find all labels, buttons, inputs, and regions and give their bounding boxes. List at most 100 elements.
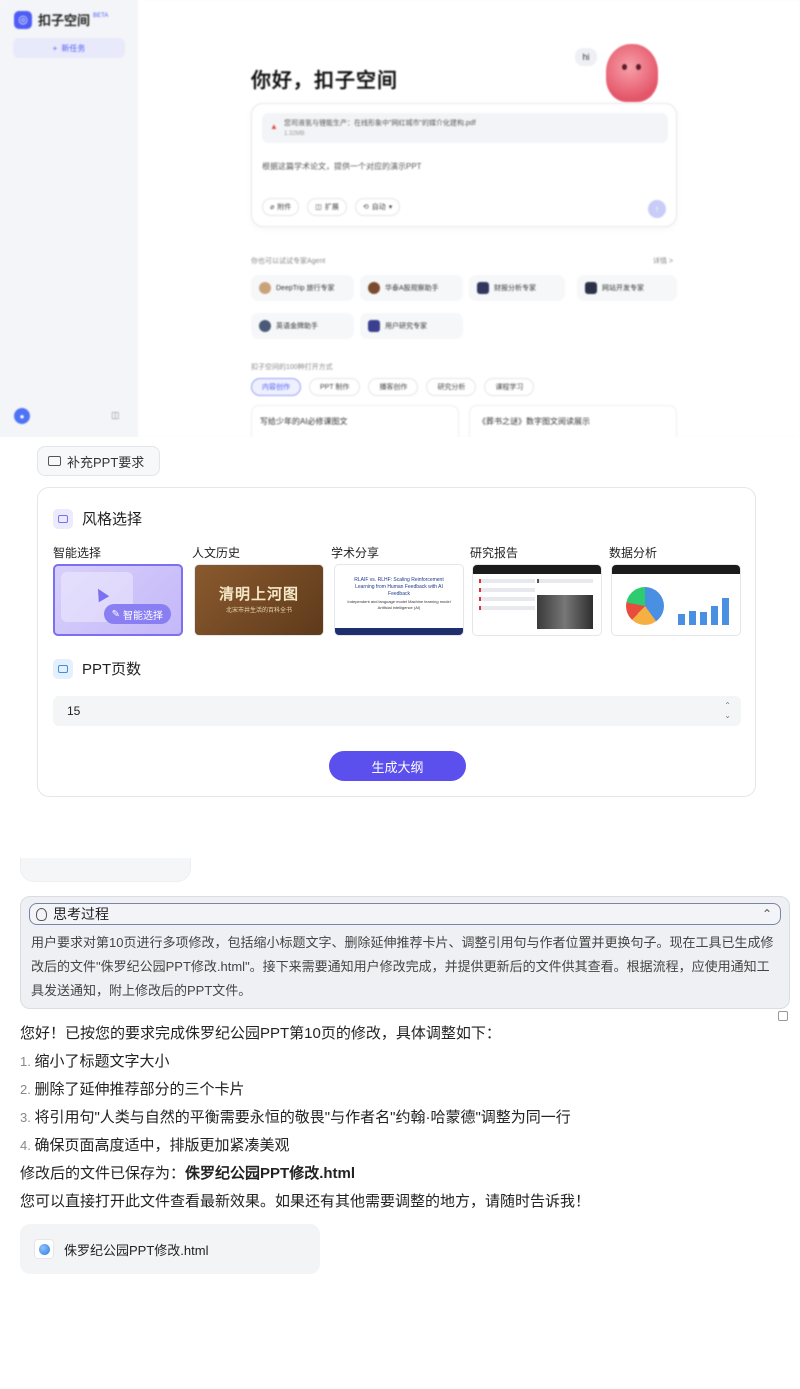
greeting-title: 你好，扣子空间 [251,70,398,92]
agent-card[interactable]: 英语金牌助手 [251,313,354,339]
list-item: 2. 删除了延伸推荐部分的三个卡片 [20,1081,245,1098]
input-toolbar: ⌀ 附件 ◫ 扩展 ⟲ 自动 ▾ [262,198,401,216]
paperclip-icon: ⌀ [270,204,275,211]
list-item: 4. 确保页面高度适中，排版更加紧凑美观 [20,1137,290,1154]
tab-research[interactable]: 研究分析 [426,378,477,396]
tab-podcast[interactable]: 播客创作 [368,378,419,396]
auto-mode-dropdown[interactable]: ⟲ 自动 ▾ [354,198,401,216]
report-thumb-list [479,579,535,631]
auto-label: 自动 [371,204,386,211]
file-card-name: 侏罗纪公园PPT修改.html [64,1242,209,1258]
report-thumb-caption [537,579,593,591]
lightbulb-icon [36,907,47,921]
brand-mark-icon: ◎ [14,10,32,29]
ppt-pages-icon [53,658,73,679]
attached-file-name: 您司液氢与锂能生产：在线形象中"网红城市"的媒介化建构.pdf [284,120,476,127]
list-item-text: 缩小了标题文字大小 [34,1053,170,1070]
ways-header: 扣子空间的100种打开方式 [251,364,333,371]
collapse-sidebar-icon[interactable]: ◫ [111,410,120,421]
style-icon [53,508,73,529]
style-label: 人文历史 [192,546,241,560]
agent-card[interactable]: 用户研究专家 [360,313,463,339]
new-task-label: 新任务 [61,43,86,53]
academic-thumb-title: RLAIF vs. RLHF: Scaling Reinforcement Le… [354,577,444,597]
smart-select-badge: ✎ 智能选择 [103,604,171,624]
beta-badge: BETA [93,12,109,19]
list-item-text: 删除了延伸推荐部分的三个卡片 [34,1081,245,1098]
result-file-card[interactable]: 侏罗纪公园PPT修改.html [20,1224,320,1274]
extend-button[interactable]: ◫ 扩展 [307,198,347,216]
tab-ppt[interactable]: PPT 制作 [309,378,361,396]
prompt-input-card[interactable]: ▲ 您司液氢与锂能生产：在线形象中"网红城市"的媒介化建构.pdf 1.32MB… [251,103,677,227]
thinking-toggle[interactable]: 思考过程 ⌃ [29,903,781,925]
smart-badge-label: 智能选择 [123,610,163,622]
saved-line: 修改后的文件已保存为：侏罗纪公园PPT修改.html [20,1160,790,1188]
agent-card[interactable]: 网站开发专家 [577,275,677,301]
supplement-ppt-button[interactable]: 补充PPT要求 [37,446,160,476]
history-thumb-title: 清明上河图 [218,585,299,603]
answer-intro: 您好！已按您的要求完成侏罗纪公园PPT第10页的修改，具体调整如下： [20,1025,501,1042]
agent-card[interactable]: 华泰A股观察助手 [360,275,463,301]
ppt-pages-select[interactable]: 15 ⌃ ⌄ [53,696,741,726]
case-card[interactable]: 写给少年的AI必修课图文 [251,405,459,437]
magic-wand-icon: ✎ [111,608,120,620]
generate-outline-button[interactable]: 生成大纲 [329,751,466,781]
user-avatar[interactable]: ● [14,408,30,424]
style-option-smart[interactable]: ✎ 智能选择 [53,564,183,636]
style-section-title: 风格选择 [53,508,142,529]
send-button[interactable]: ↑ [648,200,666,218]
agent-card[interactable]: 财报分析专家 [469,275,565,301]
list-item-text: 确保页面高度适中，排版更加紧凑美观 [34,1137,290,1154]
style-option-history[interactable]: 清明上河图 北宋市井生活的百科全书 [194,564,324,636]
sidebar: ◎ 扣子空间 BETA + 新任务 ● ◫ [0,0,138,437]
saved-filename: 侏罗纪公园PPT修改.html [185,1165,356,1182]
pages-stepper-icon[interactable]: ⌃ ⌄ [724,701,731,721]
style-option-report[interactable] [472,564,602,636]
brand-logo[interactable]: ◎ 扣子空间 BETA [14,10,108,29]
tab-course[interactable]: 课程学习 [484,378,535,396]
pdf-icon: ▲ [270,122,278,131]
thinking-title: 思考过程 [53,906,109,922]
agent-name: DeepTrip 旅行专家 [276,285,335,292]
agent-card[interactable]: DeepTrip 旅行专家 [251,275,354,301]
data-thumb-pie [626,587,664,625]
agent-name: 用户研究专家 [385,323,427,330]
mascot-hi-bubble: hi [575,48,597,66]
app-screenshot: ◎ 扣子空间 BETA + 新任务 ● ◫ 你好，扣子空间 hi ▲ 您司液氢与… [0,0,800,437]
agents-header: 你也可以试试专家Agent [251,258,326,265]
previous-message-stub [20,858,191,882]
answer-closing: 您可以直接打开此文件查看最新效果。如果还有其他需要调整的地方，请随时告诉我！ [20,1193,591,1210]
style-label: 智能选择 [53,546,102,560]
attach-label: 附件 [277,204,292,211]
case-card[interactable]: 《葬书之谜》数字图文阅读展示 [469,405,677,437]
home-main: 你好，扣子空间 hi ▲ 您司液氢与锂能生产：在线形象中"网红城市"的媒介化建构… [138,0,800,437]
list-item-text: 将引用句"人类与自然的平衡需要永恒的敬畏"与作者名"约翰·哈蒙德"调整为同一行 [34,1109,571,1126]
data-thumb-bars [678,593,730,625]
agent-name: 英语金牌助手 [276,323,318,330]
style-label: 研究报告 [470,546,519,560]
attached-file-chip[interactable]: ▲ 您司液氢与锂能生产：在线形象中"网红城市"的媒介化建构.pdf 1.32MB [262,113,668,143]
style-label: 数据分析 [609,546,658,560]
list-item: 1. 缩小了标题文字大小 [20,1053,170,1070]
auto-icon: ⟲ [362,204,369,211]
extend-icon: ◫ [315,204,322,211]
ppt-pages-value: 15 [67,704,81,718]
report-thumb-photo [537,595,593,629]
tab-content-creation[interactable]: 内容创作 [251,378,301,396]
agent-avatar [259,282,271,294]
agent-avatar [368,320,380,332]
agent-name: 财报分析专家 [494,285,536,292]
attached-file-size: 1.32MB [284,131,305,137]
thinking-body: 用户要求对第10页进行多项修改，包括缩小标题文字、删除延伸推荐卡片、调整引用句与… [31,935,774,998]
brand-name: 扣子空间 [38,13,91,28]
agents-more-link[interactable]: 详情 > [653,256,673,266]
chevron-up-icon: ⌃ [761,907,772,921]
prompt-text[interactable]: 根据这篇学术论文，提供一个对应的演示PPT [262,161,422,172]
new-task-button[interactable]: + 新任务 [13,38,125,58]
globe-icon [34,1239,54,1259]
academic-thumb-footer [335,628,463,635]
style-option-data[interactable] [611,564,741,636]
style-option-academic[interactable]: RLAIF vs. RLHF: Scaling Reinforcement Le… [334,564,464,636]
attach-button[interactable]: ⌀ 附件 [262,198,300,216]
list-item: 3. 将引用句"人类与自然的平衡需要永恒的敬畏"与作者名"约翰·哈蒙德"调整为同… [20,1109,571,1126]
